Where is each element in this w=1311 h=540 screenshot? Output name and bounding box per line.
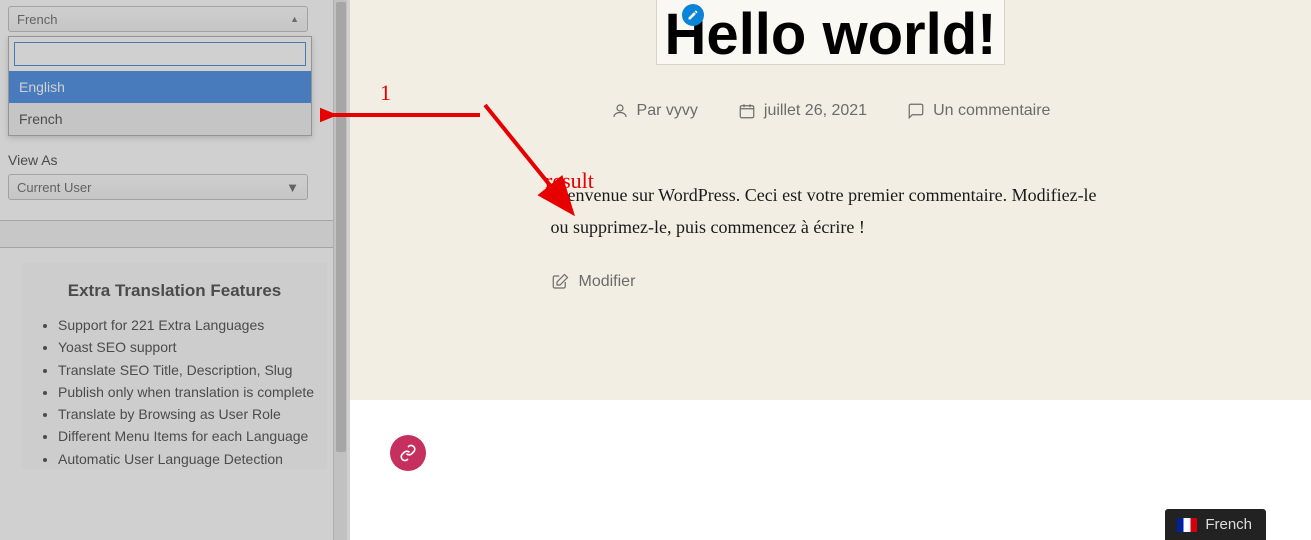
caret-down-icon: ▼ [286, 180, 299, 195]
list-item: Support for 221 Extra Languages [58, 315, 319, 335]
comment-icon [907, 102, 925, 120]
extra-features-card: Extra Translation Features Support for 2… [22, 263, 327, 469]
annotation-step-1: 1 [380, 80, 391, 106]
extra-features-list: Support for 221 Extra Languages Yoast SE… [30, 315, 319, 469]
view-as-label: View As [8, 152, 335, 168]
post-title[interactable]: Hello world! [657, 0, 1005, 64]
section-divider [0, 220, 335, 248]
post-comments[interactable]: Un commentaire [907, 102, 1050, 120]
sidebar-scrollbar[interactable] [333, 0, 347, 540]
list-item: Publish only when translation is complet… [58, 382, 319, 402]
language-select[interactable]: French ▲ [8, 6, 308, 32]
link-icon [399, 444, 417, 462]
post-date[interactable]: juillet 26, 2021 [738, 102, 867, 120]
user-icon [611, 102, 629, 120]
language-switcher[interactable]: French [1165, 509, 1266, 540]
post-edit-link[interactable]: Modifier [551, 273, 1111, 291]
calendar-icon [738, 102, 756, 120]
list-item: Translate SEO Title, Description, Slug [58, 360, 319, 380]
language-dropdown-search-input[interactable] [14, 42, 306, 66]
language-select-value: French [17, 12, 57, 27]
preview-pane: Hello world! Par vyvy juillet 26, 2021 U… [350, 0, 1311, 540]
annotation-arrow-result [480, 100, 590, 220]
annotation-arrow-1 [320, 100, 490, 130]
edit-title-badge[interactable] [682, 4, 704, 26]
language-dropdown: English French [8, 36, 312, 136]
post-body: Bienvenue sur WordPress. Ceci est votre … [551, 180, 1111, 243]
share-link-button[interactable] [390, 435, 426, 471]
pencil-icon [687, 9, 699, 21]
post-author[interactable]: Par vyvy [611, 102, 698, 120]
flag-fr-icon [1177, 518, 1197, 532]
annotation-result: result [545, 168, 594, 194]
language-option-french[interactable]: French [9, 103, 311, 135]
language-option-label: French [19, 111, 63, 127]
view-as-value: Current User [17, 180, 91, 195]
view-as-select[interactable]: Current User ▼ [8, 174, 308, 200]
edit-icon [551, 273, 569, 291]
customizer-sidebar: French ▲ English French View As Current … [0, 0, 335, 540]
language-switcher-label: French [1205, 516, 1252, 533]
list-item: Translate by Browsing as User Role [58, 404, 319, 424]
caret-up-icon: ▲ [290, 14, 299, 24]
list-item: Different Menu Items for each Language [58, 426, 319, 446]
extra-features-heading: Extra Translation Features [30, 281, 319, 301]
list-item: Automatic User Language Detection [58, 449, 319, 469]
scrollbar-thumb[interactable] [336, 2, 346, 452]
language-option-label: English [19, 79, 65, 95]
language-option-english[interactable]: English [9, 71, 311, 103]
list-item: Yoast SEO support [58, 337, 319, 357]
